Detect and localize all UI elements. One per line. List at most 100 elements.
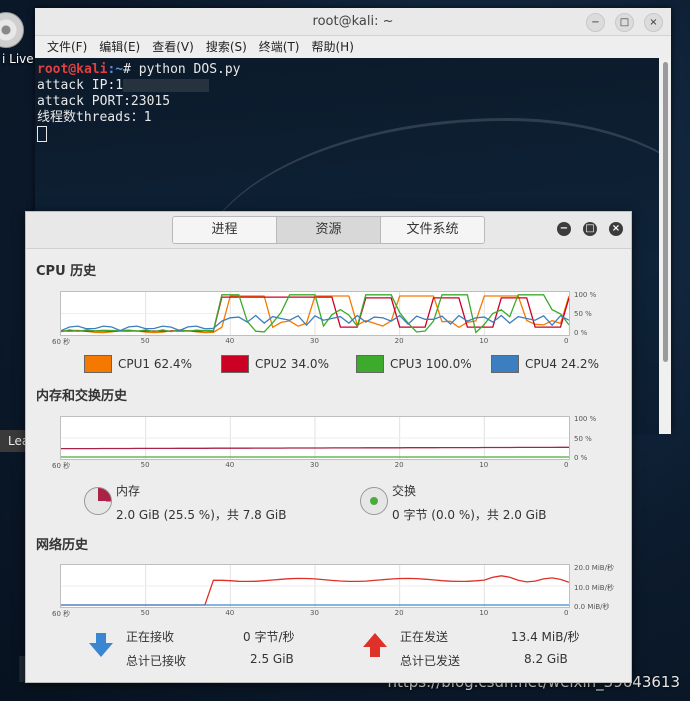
x-axis-tick-label: 30 [310, 461, 319, 469]
cpu1-swatch[interactable] [84, 355, 112, 373]
x-axis-tick-label: 50 [140, 337, 150, 345]
command-line: root@kali:~# python DOS.py [37, 62, 671, 78]
receiving-value: 0 字节/秒 [243, 630, 295, 644]
cpu2-swatch[interactable] [221, 355, 249, 373]
x-axis-tick-label: 60 秒 [52, 610, 71, 618]
x-axis-tick-label: 40 [225, 337, 235, 345]
receive-arrow-icon [96, 633, 106, 643]
prompt-symbol: # [123, 62, 139, 77]
net-y-label: 10.0 MiB/秒 [574, 584, 614, 592]
memory-label: 内存 [116, 484, 141, 498]
memory-history-title: 内存和交换历史 [36, 389, 128, 404]
total-received-label: 总计已接收 [126, 654, 187, 668]
total-sent-value: 8.2 GiB [524, 652, 568, 666]
scrollbar-thumb[interactable] [663, 62, 668, 362]
menu-help[interactable]: 帮助(H) [306, 36, 360, 58]
swap-indicator-icon [370, 497, 378, 505]
sending-label: 正在发送 [400, 630, 449, 644]
cpu-history-title: CPU 历史 [36, 264, 97, 279]
x-axis-tick-label: 50 [140, 461, 150, 469]
terminal-menubar: 文件(F) 编辑(E) 查看(V) 搜索(S) 终端(T) 帮助(H) [35, 36, 671, 58]
monitor-header[interactable]: 进程 资源 文件系统 − □ × [26, 212, 631, 249]
cpu4-label: CPU4 24.2% [525, 357, 599, 371]
cpu3-swatch[interactable] [356, 355, 384, 373]
memory-series [61, 446, 569, 450]
cpu4-swatch[interactable] [491, 355, 519, 373]
tab-processes[interactable]: 进程 [173, 217, 277, 243]
memory-history-plot [61, 417, 569, 459]
maximize-icon[interactable]: □ [615, 13, 634, 32]
cpu-y-label: 0 % [574, 329, 588, 337]
cpu-history-plot [61, 292, 569, 335]
cursor-line [37, 126, 671, 143]
x-axis-tick-label: 30 [310, 609, 319, 617]
disc-icon [0, 12, 24, 48]
port-line: attack PORT:23015 [37, 94, 171, 109]
minimize-icon[interactable]: − [557, 222, 571, 236]
receive-arrow-head-icon [89, 643, 113, 657]
close-icon[interactable]: × [644, 13, 663, 32]
x-axis-tick-label: 20 [394, 461, 404, 469]
live-disc-desktop-icon[interactable]: i Live [0, 12, 34, 66]
prompt-user: root@kali [37, 62, 108, 77]
maximize-icon[interactable]: □ [583, 222, 597, 236]
cpu4-legend[interactable]: CPU4 24.2% [491, 355, 599, 373]
x-axis-tick-label: 40 [225, 461, 235, 469]
cpu3-legend[interactable]: CPU3 100.0% [356, 355, 472, 373]
x-axis-tick-label: 10 [479, 609, 489, 617]
mem-y-label: 0 % [574, 454, 588, 462]
memory-graph [60, 416, 570, 460]
x-axis-tick-label: 60 秒 [52, 338, 71, 346]
cpu1-legend[interactable]: CPU1 62.4% [84, 355, 192, 373]
x-axis-tick-label: 0 [564, 461, 569, 469]
send-arrow-stem-icon [370, 647, 380, 657]
cpu2-legend[interactable]: CPU2 34.0% [221, 355, 329, 373]
x-axis-tick-label: 0 [564, 337, 569, 345]
close-icon[interactable]: × [609, 222, 623, 236]
tab-filesystems[interactable]: 文件系统 [381, 217, 484, 243]
menu-view[interactable]: 查看(V) [146, 36, 200, 58]
x-axis-tick-label: 10 [479, 461, 489, 469]
menu-edit[interactable]: 编辑(E) [93, 36, 146, 58]
command-text: python DOS.py [138, 62, 241, 77]
menu-terminal[interactable]: 终端(T) [253, 36, 306, 58]
network-graph [60, 564, 570, 608]
x-axis-tick-label: 20 [394, 337, 404, 345]
sending-value: 13.4 MiB/秒 [511, 630, 580, 644]
swap-label: 交换 [392, 484, 417, 498]
ip-line: attack IP:1 [37, 78, 671, 94]
net-y-label: 0.0 MiB/秒 [574, 603, 610, 611]
network-history-title: 网络历史 [36, 538, 89, 553]
receiving-label: 正在接收 [126, 630, 175, 644]
x-axis-tick-label: 20 [394, 609, 404, 617]
terminal-titlebar[interactable]: root@kali: ~ − □ × [35, 8, 671, 36]
x-axis-tick-label: 60 秒 [52, 462, 71, 470]
menu-search[interactable]: 搜索(S) [200, 36, 253, 58]
cpu1-label: CPU1 62.4% [118, 357, 192, 371]
swap-pie-icon[interactable] [360, 487, 388, 515]
memory-pie-icon[interactable] [84, 487, 112, 515]
x-axis-tick-label: 40 [225, 609, 235, 617]
mem-y-label: 100 % [574, 415, 597, 423]
send-arrow-icon [363, 633, 387, 647]
prompt-path: :~ [107, 62, 124, 77]
x-axis-tick-label: 0 [564, 609, 569, 617]
cpu3-label: CPU3 100.0% [390, 357, 472, 371]
menu-file[interactable]: 文件(F) [41, 36, 93, 58]
terminal-scrollbar[interactable] [659, 58, 671, 434]
network-history-plot [61, 565, 569, 607]
minimize-icon[interactable]: − [586, 13, 605, 32]
x-axis-tick-label: 10 [479, 337, 489, 345]
mem-y-label: 50 % [574, 435, 592, 443]
text-cursor [37, 126, 47, 142]
ip-text: attack IP:1 [37, 78, 124, 93]
cpu-y-label: 100 % [574, 291, 597, 299]
system-monitor-window: 进程 资源 文件系统 − □ × CPU 历史 100 % 50 % 0 % C… [25, 211, 632, 683]
cpu2-label: CPU2 34.0% [255, 357, 329, 371]
x-axis-tick-label: 30 [310, 337, 319, 345]
threads-line: 线程数threads：1 [37, 110, 152, 125]
memory-value: 2.0 GiB (25.5 %)，共 7.8 GiB [116, 508, 287, 522]
tab-resources[interactable]: 资源 [277, 217, 381, 243]
swap-value: 0 字节 (0.0 %)，共 2.0 GiB [392, 508, 547, 522]
total-sent-label: 总计已发送 [400, 654, 461, 668]
